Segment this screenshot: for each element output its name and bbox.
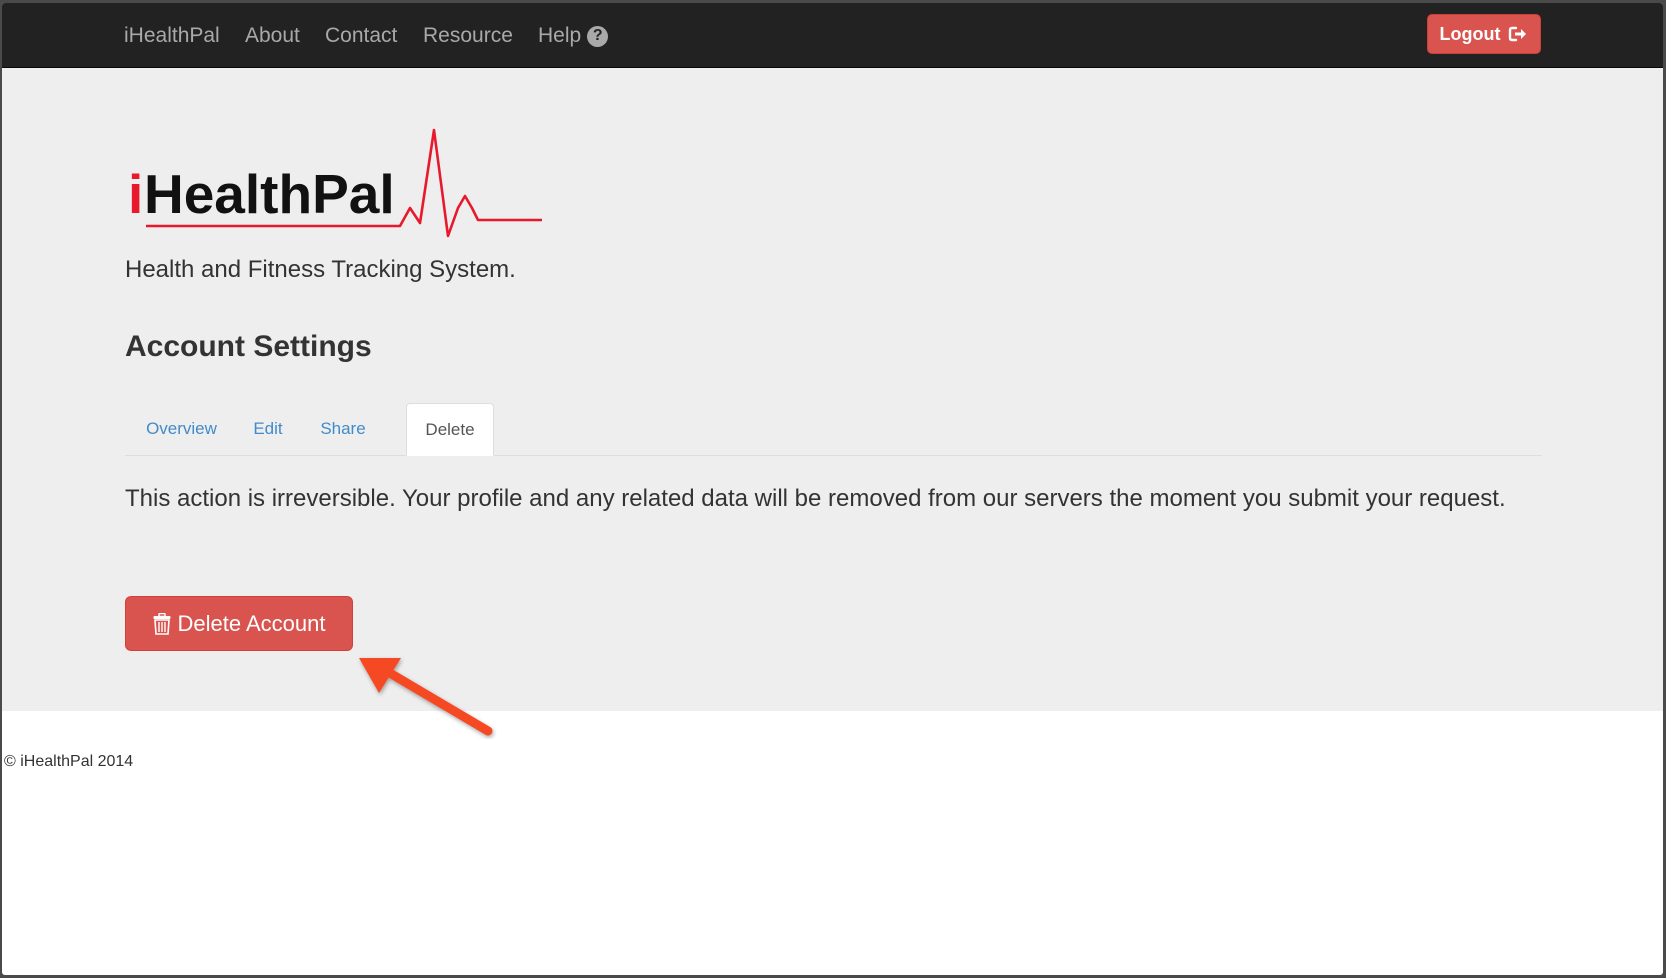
tagline: Health and Fitness Tracking System. xyxy=(125,256,516,283)
logout-label: Logout xyxy=(1439,23,1501,44)
irreversible-warning: This action is irreversible. Your profil… xyxy=(125,485,1506,512)
footer-copyright: © iHealthPal 2014 xyxy=(4,753,134,770)
logo-letter-i: i xyxy=(128,163,143,225)
ihealthpal-logo: i HealthPal xyxy=(128,128,542,238)
nav-contact[interactable]: Contact xyxy=(325,23,397,49)
nav-help[interactable]: Help ? xyxy=(538,23,609,49)
tab-edit[interactable]: Edit xyxy=(238,403,298,455)
question-circle-icon: ? xyxy=(587,25,609,47)
delete-account-button[interactable]: Delete Account xyxy=(125,596,353,651)
brand-link[interactable]: iHealthPal xyxy=(124,23,220,49)
logout-button[interactable]: Logout xyxy=(1427,14,1541,54)
browser-viewport: iHealthPal About Contact Resource Help ?… xyxy=(2,3,1663,975)
sign-out-icon xyxy=(1509,26,1527,42)
tab-overview[interactable]: Overview xyxy=(125,403,238,455)
annotation-arrow-icon xyxy=(359,658,493,736)
account-tabs: Overview Edit Share Delete xyxy=(125,403,1542,456)
logo-wordmark: HealthPal xyxy=(144,163,395,225)
tab-delete[interactable]: Delete xyxy=(406,403,494,456)
nav-about[interactable]: About xyxy=(245,23,300,49)
page-title: Account Settings xyxy=(125,330,372,363)
trash-icon xyxy=(153,612,170,635)
tab-share[interactable]: Share xyxy=(298,403,388,455)
top-navbar: iHealthPal About Contact Resource Help ?… xyxy=(2,3,1663,68)
delete-account-label: Delete Account xyxy=(177,610,326,636)
help-label: Help xyxy=(538,24,582,47)
nav-resource[interactable]: Resource xyxy=(423,23,513,49)
